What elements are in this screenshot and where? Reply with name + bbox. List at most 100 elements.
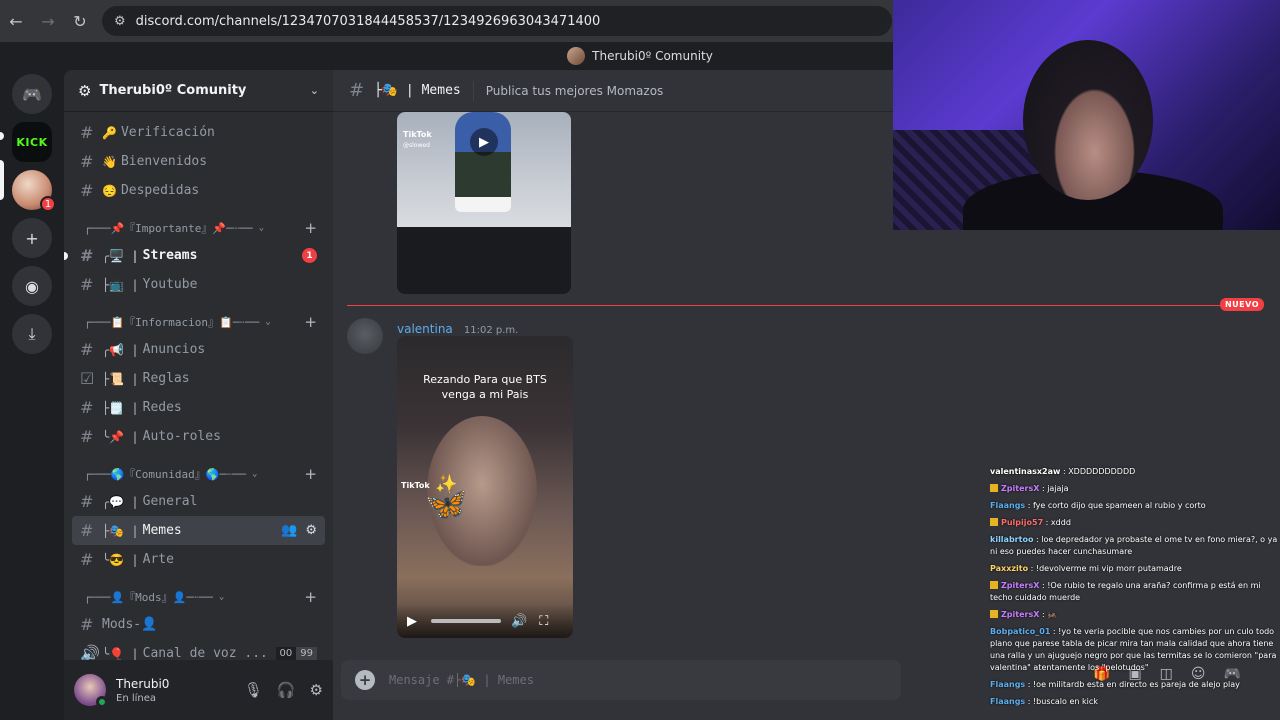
stream-chat-username: ZpitersX xyxy=(1001,484,1040,493)
compass-icon: ◉ xyxy=(25,276,39,296)
channel-name: Streams xyxy=(142,248,198,263)
channel-name: Arte xyxy=(142,552,174,567)
stream-chat-text: 🦗 xyxy=(1047,610,1058,619)
channel-anuncios[interactable]: # ╭📢 | Anuncios xyxy=(72,335,325,364)
play-icon[interactable]: ▶ xyxy=(407,614,417,629)
explore-servers-button[interactable]: ◉ xyxy=(12,266,52,306)
channel-name: Verificación xyxy=(120,125,215,140)
stream-chat-text: xddd xyxy=(1050,518,1071,527)
category-importante[interactable]: ┌───📌『Importante』📌─┈── ⌄ + xyxy=(72,218,325,238)
microphone-icon[interactable]: 🎙 xyxy=(244,681,263,699)
channel-memes[interactable]: # ├🎭 | Memes 👥 ⚙ xyxy=(72,516,325,545)
video-attachment-previous[interactable]: TikTok @slowed ▶ xyxy=(397,112,571,294)
invite-user-icon[interactable]: 👥 xyxy=(281,523,297,538)
back-icon[interactable]: ← xyxy=(0,5,32,37)
discord-home-button[interactable]: 🎮 xyxy=(12,74,52,114)
channel-name: Mods-👤 xyxy=(102,617,158,632)
volume-icon[interactable]: 🔊 xyxy=(511,614,527,629)
video-attachment[interactable]: Rezando Para que BTS venga a mi Pais Tik… xyxy=(397,336,573,638)
channel-mods[interactable]: # Mods-👤 xyxy=(72,610,325,639)
avatar[interactable] xyxy=(74,674,108,708)
create-channel-icon[interactable]: + xyxy=(304,465,317,483)
server-avatar-small xyxy=(567,47,586,65)
category-comunidad[interactable]: ┌───🌎『Comunidad』🌎─┈── ⌄ + xyxy=(72,464,325,484)
add-server-button[interactable]: + xyxy=(12,218,52,258)
chevron-down-icon: ⌄ xyxy=(251,469,258,479)
channel-emoji: ├📺 | xyxy=(102,277,139,292)
address-bar[interactable]: ⚙ discord.com/channels/12347070318444585… xyxy=(102,6,892,36)
channel-name: Redes xyxy=(142,400,182,415)
channel-despedidas[interactable]: # 😔 Despedidas xyxy=(72,176,325,205)
video-controls: ▶ 🔊 ⛶ xyxy=(397,604,573,638)
fullscreen-icon[interactable]: ⛶ xyxy=(539,614,548,629)
gear-icon[interactable]: ⚙ xyxy=(310,681,323,699)
message-timestamp: 11:02 p.m. xyxy=(463,325,519,336)
channel-bienvenidos[interactable]: # 👋 Bienvenidos xyxy=(72,147,325,176)
stream-chat-message: ZpitersX : !Oe rubio te regalo una araña… xyxy=(990,581,1261,602)
stream-chat-username: valentinasx2aw xyxy=(990,467,1061,476)
download-apps-button[interactable]: ⤓ xyxy=(12,314,52,354)
user-info[interactable]: Therubi0 En línea xyxy=(116,677,169,704)
gear-icon[interactable]: ⚙ xyxy=(305,523,317,538)
webcam-overlay xyxy=(893,0,1280,230)
video-caption: Rezando Para que BTS venga a mi Pais xyxy=(397,372,573,402)
stream-chat-username: Flaangs xyxy=(990,680,1026,689)
channel-auto-roles[interactable]: # ╰📌 | Auto-roles xyxy=(72,422,325,451)
therubi-server-button[interactable]: 1 xyxy=(12,170,56,212)
server-settings-icon: ⚙ xyxy=(78,81,92,100)
headphones-icon[interactable]: 🎧 xyxy=(277,681,296,699)
channel-topic[interactable]: Publica tus mejores Momazos xyxy=(486,84,664,98)
video-caption-line: venga a mi Pais xyxy=(441,388,529,401)
stream-chat-message: ZpitersX : 🦗 xyxy=(990,609,1280,621)
create-channel-icon[interactable]: + xyxy=(304,219,317,237)
user-controls: 🎙 🎧 ⚙ xyxy=(244,681,323,699)
server-header[interactable]: ⚙ Therubi0º Comunity ⌄ xyxy=(64,70,333,112)
channel-verificacion[interactable]: # 🔑 Verificación xyxy=(72,118,325,147)
channel-name: Auto-roles xyxy=(142,429,221,444)
server-rail: 🎮 KICK 1 + ◉ ⤓ xyxy=(0,70,64,720)
reload-icon[interactable]: ↻ xyxy=(64,5,96,37)
video-thumbnail: TikTok @slowed ▶ xyxy=(397,112,571,227)
message-input[interactable] xyxy=(389,673,789,687)
message-author[interactable]: valentina xyxy=(397,322,453,336)
chevron-down-icon: ⌄ xyxy=(265,317,271,327)
kick-server-button[interactable]: KICK xyxy=(12,122,52,162)
stream-chat-username: Flaangs xyxy=(990,697,1026,706)
video-caption-line: Rezando Para que BTS xyxy=(423,373,547,386)
video-progress-bar[interactable] xyxy=(431,619,501,623)
kick-logo: KICK xyxy=(16,135,48,149)
channel-name: Bienvenidos xyxy=(120,154,208,169)
voice-count-current: 00 xyxy=(275,647,297,660)
avatar[interactable] xyxy=(347,318,383,354)
channel-arte[interactable]: # ╰😎 | Arte xyxy=(72,545,325,574)
play-icon[interactable]: ▶ xyxy=(470,128,498,156)
channel-streams[interactable]: # ╭🖥️ | Streams 1 xyxy=(64,241,325,270)
channel-reglas[interactable]: ☑ ├📜 | Reglas xyxy=(72,364,325,393)
chat-badge-icon xyxy=(990,610,998,618)
voice-count-limit: 99 xyxy=(296,647,317,660)
site-settings-icon[interactable]: ⚙ xyxy=(114,14,126,29)
add-attachment-button[interactable]: + xyxy=(355,670,375,690)
channel-general[interactable]: # ╭💬 | General xyxy=(72,487,325,516)
channel-name: Anuncios xyxy=(142,342,206,357)
stream-chat-text: !devolverme mi vip morr putamadre xyxy=(1035,564,1182,573)
channel-redes[interactable]: # ├🗒️ | Redes xyxy=(72,393,325,422)
channel-name: Canal de voz ... xyxy=(142,646,268,661)
category-informacion[interactable]: ┌───📋『Informacion』📋─┈── ⌄ + xyxy=(72,312,325,332)
hash-icon: # xyxy=(80,427,94,446)
hash-icon: # xyxy=(80,246,94,265)
forward-icon[interactable]: → xyxy=(32,5,64,37)
category-mods[interactable]: ┌───👤『Mods』👤─┈── ⌄ + xyxy=(72,587,325,607)
hash-icon: # xyxy=(80,492,94,511)
stream-chat-text: loe depredador ya probaste el ome tv en … xyxy=(990,535,1278,556)
online-status-indicator xyxy=(96,696,108,708)
create-channel-icon[interactable]: + xyxy=(304,313,317,331)
stream-chat-text: XDDDDDDDDDD xyxy=(1068,467,1136,476)
chat-badge-icon xyxy=(990,484,998,492)
create-channel-icon[interactable]: + xyxy=(304,588,317,606)
hash-icon: # xyxy=(80,398,94,417)
stream-chat-message: Flaangs : fye corto dijo que spameen al … xyxy=(990,501,1206,510)
video-figure xyxy=(455,112,511,212)
active-server-indicator xyxy=(0,160,4,200)
channel-youtube[interactable]: # ├📺 | Youtube xyxy=(72,270,325,299)
